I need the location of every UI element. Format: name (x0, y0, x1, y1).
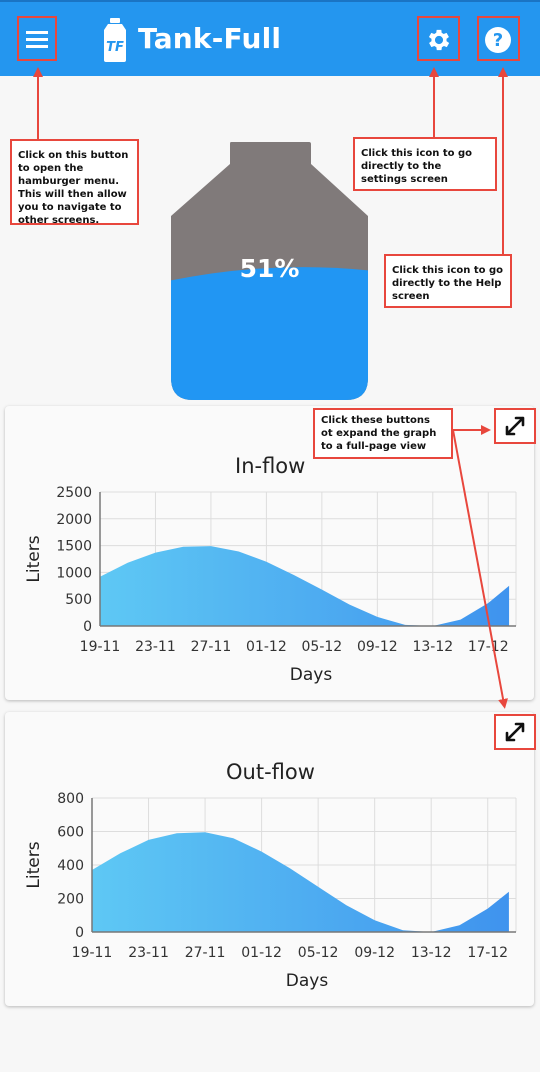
inflow-expand-button[interactable] (494, 408, 536, 444)
x-tick-label: 23-11 (128, 945, 169, 961)
expand-icon (505, 722, 525, 742)
settings-annotation: Click this icon to go directly to the se… (353, 137, 497, 191)
x-tick-label: 01-12 (246, 639, 287, 655)
x-axis-label: Days (286, 971, 329, 991)
y-axis-label: Liters (24, 841, 44, 888)
expand-annotation: Click these buttons ot expand the graph … (313, 408, 453, 459)
x-tick-label: 17-12 (467, 945, 508, 961)
outflow-chart: 0 200 400 600 800 19-11 23-11 27-11 01-12 05-12 09… (24, 791, 517, 991)
expand-icon (505, 416, 525, 436)
y-tick-label: 600 (57, 825, 84, 841)
x-tick-label: 17-12 (468, 639, 509, 655)
x-tick-label: 13-12 (411, 945, 452, 961)
tank-fill (171, 267, 368, 400)
menu-highlight (17, 16, 57, 61)
y-axis-label: Liters (24, 535, 44, 582)
y-tick-label: 2500 (56, 485, 92, 501)
x-tick-label: 27-11 (185, 945, 226, 961)
x-tick-label: 05-12 (298, 945, 339, 961)
y-tick-label: 400 (57, 858, 84, 874)
outflow-card: Out-flow 0 200 400 600 800 19-11 23-11 27-11 01-… (5, 712, 534, 1006)
y-tick-label: 200 (57, 892, 84, 908)
x-tick-label: 09-12 (357, 639, 398, 655)
help-highlight (477, 16, 520, 61)
area-series (100, 546, 510, 626)
app-logo: TF (104, 18, 126, 62)
x-tick-label: 23-11 (135, 639, 176, 655)
y-tick-label: 1500 (56, 539, 92, 555)
x-tick-label: 19-11 (72, 945, 113, 961)
inflow-chart: 0 500 1000 1500 2000 2500 19-11 23-11 27-11 01-12… (24, 485, 517, 685)
x-tick-label: 13-12 (412, 639, 453, 655)
y-tick-label: 1000 (56, 565, 92, 581)
inflow-card: In-flow 0 500 1000 1500 2000 2500 19-11 23-11 27… (5, 406, 534, 700)
x-tick-label: 05-12 (302, 639, 343, 655)
area-series (92, 832, 509, 932)
x-axis-label: Days (290, 665, 333, 685)
y-tick-label: 500 (65, 592, 92, 608)
y-tick-label: 0 (83, 619, 92, 635)
x-tick-label: 19-11 (80, 639, 121, 655)
outflow-expand-button[interactable] (494, 714, 536, 750)
svg-text:TF: TF (106, 40, 124, 55)
x-tick-label: 09-12 (354, 945, 395, 961)
y-tick-label: 2000 (56, 512, 92, 528)
help-annotation: Click this icon to go directly to the He… (384, 254, 512, 308)
y-tick-label: 0 (75, 925, 84, 941)
y-tick-label: 800 (57, 791, 84, 807)
app-title: Tank-Full (138, 22, 282, 55)
x-tick-label: 01-12 (241, 945, 282, 961)
settings-highlight (417, 16, 460, 61)
tank-level-label: 51% (239, 254, 300, 283)
x-tick-label: 27-11 (191, 639, 232, 655)
menu-annotation: Click on this button to open the hamburg… (10, 139, 139, 226)
